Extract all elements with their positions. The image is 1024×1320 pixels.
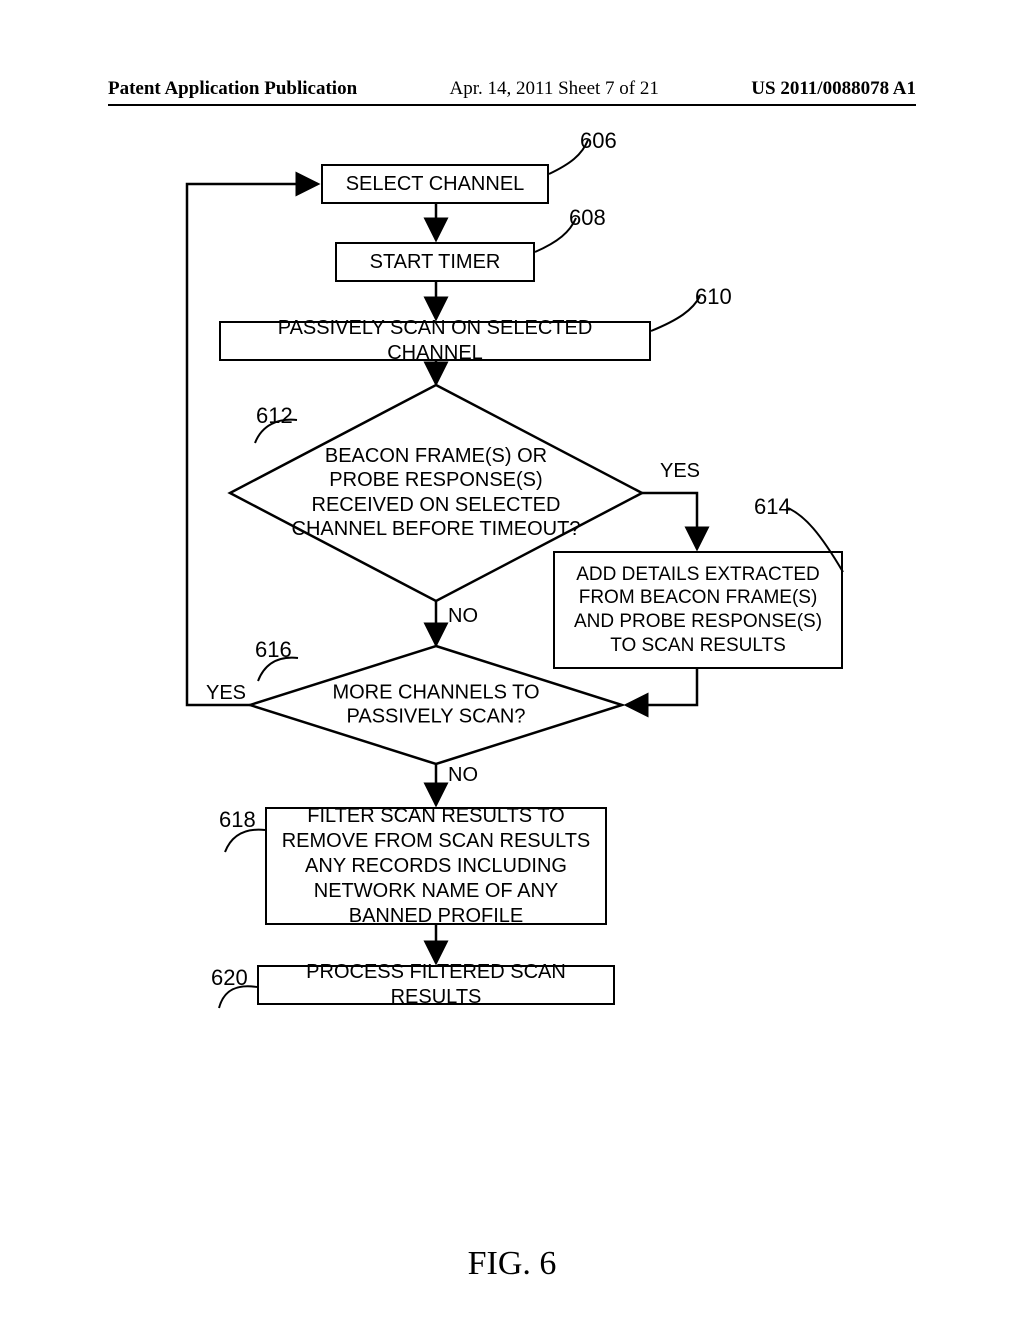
page-header: Patent Application Publication Apr. 14, … xyxy=(108,78,916,106)
ref-612: 612 xyxy=(256,403,293,429)
figure-caption: FIG. 6 xyxy=(468,1245,557,1283)
flowchart-arrows xyxy=(0,110,1024,1110)
ref-616: 616 xyxy=(255,637,292,663)
label-yes-d616: YES xyxy=(206,682,246,705)
ref-608: 608 xyxy=(569,205,606,231)
ref-618: 618 xyxy=(219,807,256,833)
flowchart-canvas: SELECT CHANNEL START TIMER PASSIVELY SCA… xyxy=(0,110,1024,1110)
header-center: Apr. 14, 2011 Sheet 7 of 21 xyxy=(450,78,659,100)
ref-620: 620 xyxy=(211,965,248,991)
ref-610: 610 xyxy=(695,284,732,310)
ref-606: 606 xyxy=(580,128,617,154)
header-right: US 2011/0088078 A1 xyxy=(751,78,916,100)
label-yes-d612: YES xyxy=(660,460,700,483)
header-left: Patent Application Publication xyxy=(108,78,357,100)
label-no-d616: NO xyxy=(448,764,478,787)
label-no-d612: NO xyxy=(448,605,478,628)
ref-614: 614 xyxy=(754,494,791,520)
